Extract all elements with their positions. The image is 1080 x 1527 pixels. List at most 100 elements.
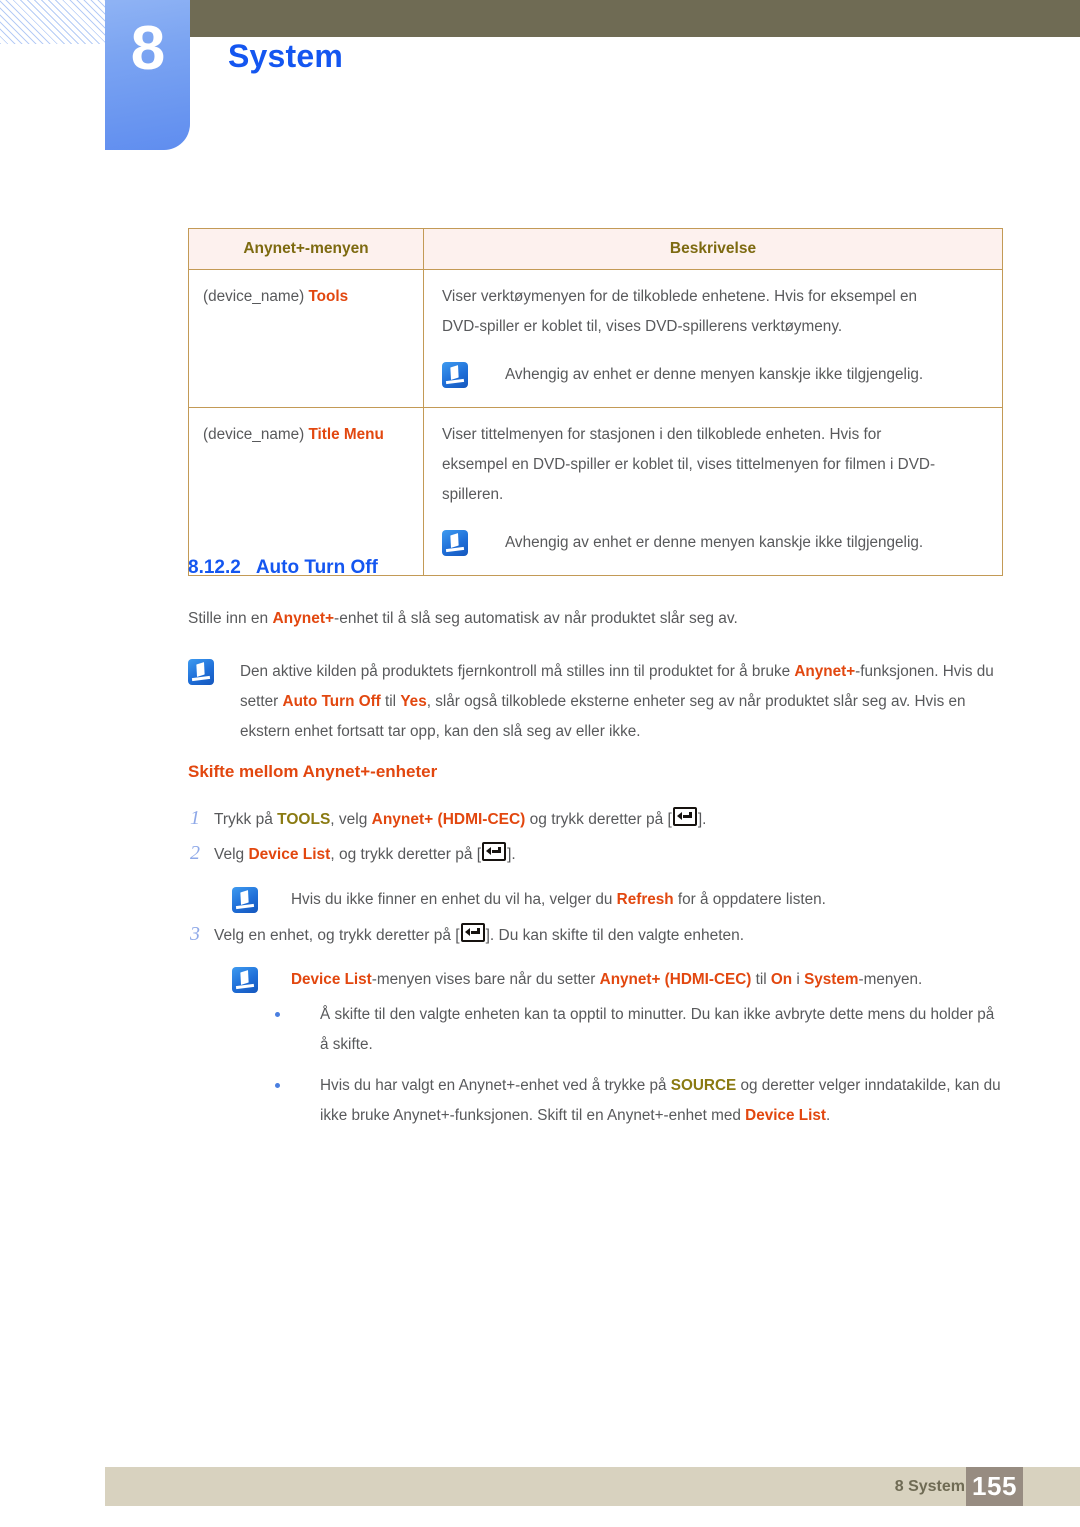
step-text: Trykk på TOOLS, velg Anynet+ (HDMI-CEC) … <box>214 805 706 835</box>
step-item-1: 1 Trykk på TOOLS, velg Anynet+ (HDMI-CEC… <box>190 805 1005 835</box>
step-number: 3 <box>190 923 200 945</box>
table-note: Avhengig av enhet er denne menyen kanskj… <box>442 360 986 389</box>
list-item: Hvis du har valgt en Anynet+-enhet ved å… <box>275 1071 1005 1131</box>
step-number: 1 <box>190 807 200 829</box>
device-list-highlight: Device List <box>745 1107 826 1124</box>
enter-key-icon <box>460 923 485 942</box>
step-item-3: 3 Velg en enhet, og trykk deretter på []… <box>190 921 1005 951</box>
subsection-heading: Skifte mellom Anynet+-enheter <box>188 762 438 781</box>
section-title: Auto Turn Off <box>255 557 378 578</box>
device-list-highlight: Device List <box>248 846 331 863</box>
intro-text-b: -enhet til å slå seg automatisk av når p… <box>334 610 738 627</box>
main-note: Den aktive kilden på produktets fjernkon… <box>188 657 1006 747</box>
step2-note: Hvis du ikke finner en enhet du vil ha, … <box>232 885 1007 915</box>
note-pen-icon <box>188 659 214 685</box>
list-item: Å skifte til den valgte enheten kan ta o… <box>275 1000 1005 1060</box>
main-note-text: Den aktive kilden på produktets fjernkon… <box>240 657 1006 747</box>
bullet2-line1-b: og deretter velger inndatakilde, <box>736 1077 951 1094</box>
header-olive-bar <box>190 0 1080 37</box>
note-line2-highlight-2: Yes <box>400 693 427 710</box>
bullet2-line1-a: Hvis du har valgt en Anynet+-enhet ved å… <box>320 1077 671 1094</box>
footer-page-number: 155 <box>966 1467 1023 1506</box>
table-cell-menu: (device_name) Tools <box>188 269 424 408</box>
step1-part-b: , velg <box>330 811 372 828</box>
note-line1-highlight: Anynet+ <box>794 663 856 680</box>
on-highlight: On <box>770 971 793 988</box>
note-pen-icon <box>232 967 258 993</box>
device-list-highlight: Device List <box>291 971 372 988</box>
step-number: 2 <box>190 842 200 864</box>
chapter-number: 8 <box>130 14 165 83</box>
table-note-text: Avhengig av enhet er denne menyen kanskj… <box>505 366 924 383</box>
description-line: eksempel en DVD-spiller er koblet til, v… <box>442 456 936 473</box>
step3-note-text: Device List-menyen vises bare når du set… <box>291 965 922 995</box>
note-pen-icon <box>442 362 468 388</box>
tools-highlight: TOOLS <box>277 811 331 828</box>
bullet-text: Hvis du har valgt en Anynet+-enhet ved å… <box>320 1071 1005 1131</box>
table-row: (device_name) Tools Viser verktøymenyen … <box>188 269 1003 408</box>
anynet-menu-table: Anynet+-menyen Beskrivelse (device_name)… <box>188 228 1003 576</box>
table-note: Avhengig av enhet er denne menyen kanskj… <box>442 528 986 557</box>
bullet-list: Å skifte til den valgte enheten kan ta o… <box>275 1000 1005 1142</box>
step3-note: Device List-menyen vises bare når du set… <box>232 965 1007 995</box>
note-line2-c: , slår også tilkoblede eksterne enheter … <box>426 693 887 710</box>
source-highlight: SOURCE <box>670 1077 737 1094</box>
step-item-2: 2 Velg Device List, og trykk deretter på… <box>190 840 1005 870</box>
menu-highlight: Title Menu <box>308 426 384 443</box>
enter-key-icon <box>672 807 697 826</box>
step2-note-part-b: for å oppdatere listen. <box>673 891 826 908</box>
step1-part-d: ]. <box>697 811 707 828</box>
table-cell-description: Viser verktøymenyen for de tilkoblede en… <box>423 269 1003 408</box>
chapter-title: System <box>228 38 344 74</box>
table-header-row: Anynet+-menyen Beskrivelse <box>188 228 1003 270</box>
table-row: (device_name) Title Menu Viser tittelmen… <box>188 407 1003 576</box>
step1-part-c: og trykk deretter på [ <box>525 811 672 828</box>
section-number: 8.12.2 <box>188 557 241 578</box>
section-heading: 8.12.2 Auto Turn Off <box>188 557 378 579</box>
menu-prefix: (device_name) <box>203 288 309 305</box>
refresh-highlight: Refresh <box>616 891 674 908</box>
step1-part-a: Trykk på <box>214 811 278 828</box>
footer-chapter-label: 8 System <box>894 1478 965 1495</box>
menu-prefix: (device_name) <box>203 426 309 443</box>
table-note-text: Avhengig av enhet er denne menyen kanskj… <box>505 534 924 551</box>
step3-note-part-d: -menyen. <box>858 971 923 988</box>
section-intro-paragraph: Stille inn en Anynet+-enhet til å slå se… <box>188 604 738 634</box>
note-line1-a: Den aktive kilden på produktets fjernkon… <box>240 663 795 680</box>
step2-note-part-a: Hvis du ikke finner en enhet du vil ha, … <box>291 891 617 908</box>
note-pen-icon <box>232 887 258 913</box>
note-line1-b: -funksjonen. <box>855 663 939 680</box>
bullet1-line1: Å skifte til den valgte enheten kan ta o… <box>320 1006 927 1023</box>
step-text: Velg Device List, og trykk deretter på [… <box>214 840 516 870</box>
description-line: spilleren. <box>442 486 504 503</box>
step-text: Velg en enhet, og trykk deretter på [ ]. … <box>214 921 744 951</box>
step2-part-c: ]. <box>507 846 516 863</box>
note-pen-icon <box>442 530 468 556</box>
step2-part-b: , og trykk deretter på [ <box>330 846 482 863</box>
enter-key-icon <box>482 842 507 861</box>
chapter-number-tab: 8 <box>105 0 190 150</box>
bullet-text: Å skifte til den valgte enheten kan ta o… <box>320 1000 1005 1060</box>
step3-note-part-a: -menyen vises bare når du setter <box>371 971 600 988</box>
step2-note-text: Hvis du ikke finner en enhet du vil ha, … <box>291 885 826 915</box>
header-hatch-decoration <box>0 0 112 44</box>
description-line: Viser verktøymenyen for de tilkoblede en… <box>442 288 918 305</box>
description-line: DVD-spiller er koblet til, vises DVD-spi… <box>442 318 843 335</box>
description-line: Viser tittelmenyen for stasjonen i den t… <box>442 426 882 443</box>
step3-part-b: ]. Du kan skifte til den valgte enheten. <box>485 927 745 944</box>
anynet-hdmi-cec-highlight: Anynet+ (HDMI-CEC) <box>599 971 752 988</box>
table-header-menu: Anynet+-menyen <box>188 228 424 270</box>
intro-text-a: Stille inn en <box>188 610 273 627</box>
system-highlight: System <box>804 971 859 988</box>
anynet-hdmi-cec-highlight: Anynet+ (HDMI-CEC) <box>371 811 526 828</box>
table-cell-description: Viser tittelmenyen for stasjonen i den t… <box>423 407 1003 576</box>
table-header-description: Beskrivelse <box>423 228 1003 270</box>
step2-part-a: Velg <box>214 846 249 863</box>
table-cell-menu: (device_name) Title Menu <box>188 407 424 576</box>
step3-note-part-c: i <box>792 971 805 988</box>
intro-highlight: Anynet+ <box>272 610 335 627</box>
step3-part-a: Velg en enhet, og trykk deretter på [ <box>214 927 460 944</box>
note-line2-highlight-1: Auto Turn Off <box>282 693 381 710</box>
step3-note-part-b: til <box>751 971 771 988</box>
note-line2-b: til <box>380 693 401 710</box>
